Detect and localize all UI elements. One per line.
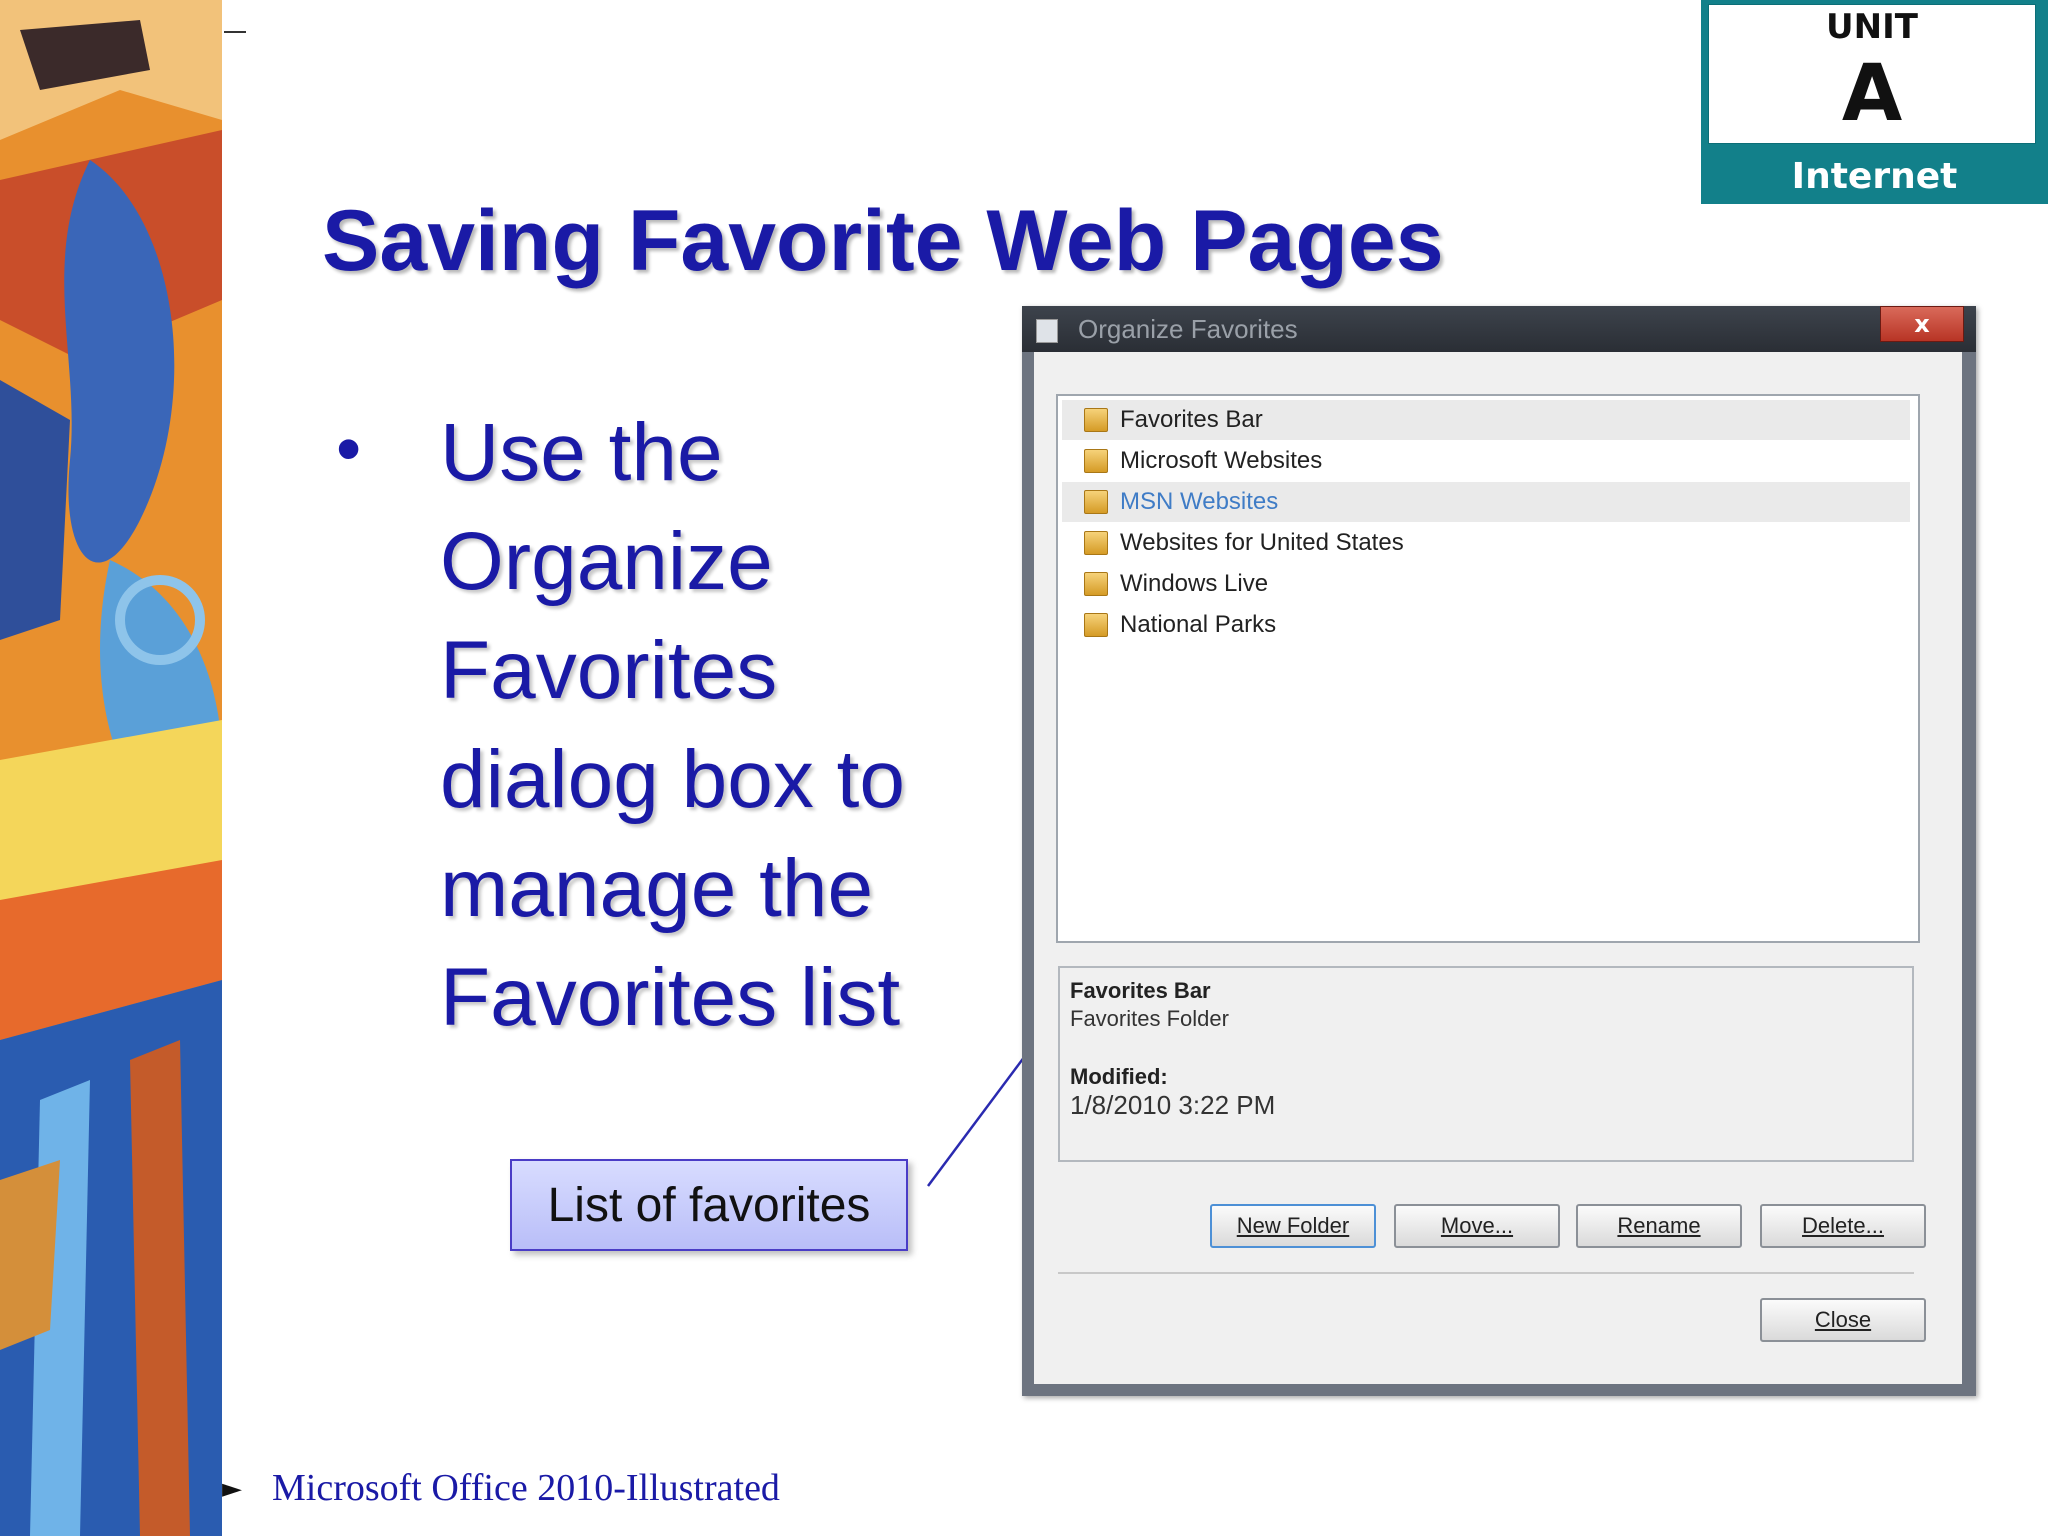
unit-topic-label: Internet xyxy=(1791,156,1958,197)
move-button[interactable]: Move... xyxy=(1394,1204,1560,1248)
favorite-name: Microsoft Websites xyxy=(1120,447,1323,474)
detail-name: Favorites Bar xyxy=(1070,978,1211,1003)
bullet-text: Use the Organize Favorites dialog box to… xyxy=(440,407,906,1043)
dialog-app-icon xyxy=(1036,319,1058,343)
bullet-marker: • xyxy=(336,409,362,489)
favorite-details-panel: Favorites Bar Favorites Folder Modified:… xyxy=(1058,966,1914,1162)
detail-modified-value: 1/8/2010 3:22 PM xyxy=(1070,1090,1276,1120)
favorites-list-item[interactable]: MSN Websites xyxy=(1062,482,1910,522)
footer-arrow-icon: ► xyxy=(222,1474,242,1504)
new-folder-button[interactable]: New Folder xyxy=(1210,1204,1376,1248)
folder-icon xyxy=(1084,572,1108,596)
unit-badge: UNIT A Internet xyxy=(1701,0,2048,204)
favorite-name: Favorites Bar xyxy=(1120,406,1263,433)
decorative-artwork-strip xyxy=(0,0,222,1536)
dialog-body: Favorites Bar Microsoft Websites MSN Websi… xyxy=(1034,352,1962,1384)
slide-title: Saving Favorite Web Pages xyxy=(322,193,1444,289)
favorite-name: Windows Live xyxy=(1120,570,1269,597)
unit-letter: A xyxy=(1841,49,1903,139)
delete-button[interactable]: Delete... xyxy=(1760,1204,1926,1248)
folder-icon xyxy=(1084,408,1108,432)
dialog-titlebar[interactable]: Organize Favorites x xyxy=(1022,306,1976,352)
detail-modified-label: Modified: xyxy=(1070,1064,1168,1089)
favorites-list-item[interactable]: Microsoft Websites xyxy=(1062,441,1910,481)
favorites-list-item[interactable]: Windows Live xyxy=(1062,564,1910,604)
folder-icon xyxy=(1084,613,1108,637)
footer-text: Microsoft Office 2010-Illustrated xyxy=(272,1467,780,1509)
favorite-name: Websites for United States xyxy=(1120,529,1404,556)
callout-label: List of favorites xyxy=(510,1159,908,1251)
folder-icon xyxy=(1084,490,1108,514)
detail-type: Favorites Folder xyxy=(1070,1006,1229,1031)
rename-button[interactable]: Rename xyxy=(1576,1204,1742,1248)
favorite-name: MSN Websites xyxy=(1120,488,1279,515)
favorites-list[interactable]: Favorites Bar Microsoft Websites MSN Websi… xyxy=(1056,394,1920,943)
dialog-title: Organize Favorites xyxy=(1078,314,1298,344)
unit-label: UNIT xyxy=(1826,7,1918,47)
folder-icon xyxy=(1084,531,1108,555)
close-button[interactable]: Close xyxy=(1760,1298,1926,1342)
unit-badge-box: UNIT A xyxy=(1708,4,2036,144)
folder-icon xyxy=(1084,449,1108,473)
dialog-close-button[interactable]: x xyxy=(1880,306,1964,342)
top-dash-mark xyxy=(224,31,246,33)
favorites-list-item[interactable]: Websites for United States xyxy=(1062,523,1910,563)
button-separator xyxy=(1058,1272,1914,1274)
organize-favorites-dialog: Organize Favorites x Favorites Bar Micros… xyxy=(1022,306,1976,1396)
favorites-list-item[interactable]: Favorites Bar xyxy=(1062,400,1910,440)
favorites-list-item[interactable]: National Parks xyxy=(1062,605,1910,645)
favorite-name: National Parks xyxy=(1120,611,1277,638)
